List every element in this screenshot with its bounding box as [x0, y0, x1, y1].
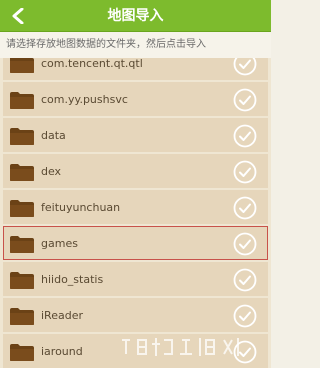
- title-bar: 地图导入: [0, 0, 271, 32]
- folder-icon: [9, 163, 35, 182]
- folder-icon: [9, 91, 35, 110]
- folder-list[interactable]: com.tencent.qt.qtl com.yy.pushsvc data dex f…: [0, 58, 271, 368]
- folder-name: hiido_statis: [41, 273, 104, 286]
- map-import-screen: 地图导入 请选择存放地图数据的文件夹，然后点击导入 com.tencent.qt…: [0, 0, 271, 368]
- check-circle-icon[interactable]: [233, 124, 257, 148]
- folder-name: games: [41, 237, 78, 250]
- check-circle-icon[interactable]: [233, 304, 257, 328]
- folder-icon: [9, 58, 35, 74]
- folder-icon: [9, 307, 35, 326]
- folder-icon: [9, 127, 35, 146]
- check-circle-icon[interactable]: [233, 58, 257, 76]
- folder-row[interactable]: feituyunchuan: [3, 190, 268, 224]
- folder-row[interactable]: iaround: [3, 334, 268, 368]
- folder-icon: [9, 271, 35, 290]
- check-circle-icon[interactable]: [233, 232, 257, 256]
- folder-row[interactable]: hiido_statis: [3, 262, 268, 296]
- page-title: 地图导入: [107, 8, 164, 24]
- folder-icon: [9, 343, 35, 362]
- check-circle-icon[interactable]: [233, 160, 257, 184]
- folder-row[interactable]: dex: [3, 154, 268, 188]
- folder-row[interactable]: com.yy.pushsvc: [3, 82, 268, 116]
- folder-icon: [9, 199, 35, 218]
- folder-name: data: [41, 129, 66, 142]
- folder-name: iReader: [41, 309, 83, 322]
- check-circle-icon[interactable]: [233, 340, 257, 364]
- folder-row[interactable]: com.tencent.qt.qtl: [3, 58, 268, 80]
- folder-name: com.tencent.qt.qtl: [41, 58, 143, 70]
- folder-name: dex: [41, 165, 62, 178]
- folder-row[interactable]: games: [3, 226, 268, 260]
- folder-name: com.yy.pushsvc: [41, 93, 128, 106]
- check-circle-icon[interactable]: [233, 196, 257, 220]
- folder-name: feituyunchuan: [41, 201, 121, 214]
- check-circle-icon[interactable]: [233, 88, 257, 112]
- folder-row[interactable]: data: [3, 118, 268, 152]
- folder-name: iaround: [41, 345, 83, 358]
- folder-icon: [9, 235, 35, 254]
- instruction-text: 请选择存放地图数据的文件夹，然后点击导入: [0, 32, 271, 58]
- check-circle-icon[interactable]: [233, 268, 257, 292]
- folder-row[interactable]: iReader: [3, 298, 268, 332]
